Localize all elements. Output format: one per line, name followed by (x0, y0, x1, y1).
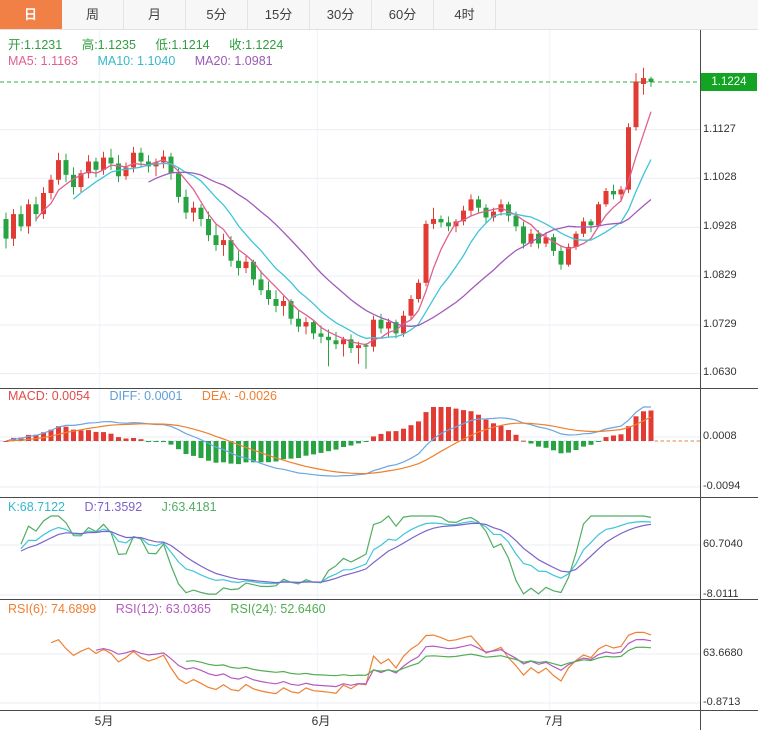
timeframe-tabbar: 日 周 月 5分 15分 30分 60分 4时 (0, 0, 758, 30)
k-value: K:68.7122 (8, 500, 65, 514)
price-tick: 1.1127 (703, 123, 736, 135)
rsi12-value: RSI(12): 63.0365 (116, 602, 211, 616)
dea-value: DEA: -0.0026 (202, 389, 277, 403)
d-value: D:71.3592 (84, 500, 142, 514)
chart-canvas[interactable] (0, 0, 758, 744)
kdj-tick: -8.0111 (703, 588, 739, 600)
macd-tick: 0.0008 (703, 430, 737, 442)
tab-month[interactable]: 月 (124, 0, 186, 29)
ohlc-readout: 开:1.1231 高:1.1235 低:1.1214 收:1.1224 (8, 34, 299, 53)
close-value: 收:1.1224 (229, 38, 283, 52)
ma20-value: MA20: 1.0981 (195, 54, 273, 68)
macd-value: MACD: 0.0054 (8, 389, 90, 403)
high-value: 高:1.1235 (82, 38, 136, 52)
tab-60min[interactable]: 60分 (372, 0, 434, 29)
tab-day[interactable]: 日 (0, 0, 62, 29)
diff-value: DIFF: 0.0001 (109, 389, 182, 403)
tab-week[interactable]: 周 (62, 0, 124, 29)
kdj-readout: K:68.7122 D:71.3592 J:63.4181 (8, 500, 233, 514)
rsi-tick: 63.6680 (703, 647, 743, 659)
rsi24-value: RSI(24): 52.6460 (230, 602, 325, 616)
ma10-value: MA10: 1.1040 (97, 54, 175, 68)
price-tick: 1.0829 (703, 269, 737, 281)
tab-30min[interactable]: 30分 (310, 0, 372, 29)
tab-5min[interactable]: 5分 (186, 0, 248, 29)
open-value: 开:1.1231 (8, 38, 62, 52)
current-price-tag: 1.1224 (701, 73, 757, 91)
price-tick: 1.0729 (703, 318, 737, 330)
low-value: 低:1.1214 (155, 38, 209, 52)
price-tick: 1.0630 (703, 366, 737, 378)
rsi-readout: RSI(6): 74.6899 RSI(12): 63.0365 RSI(24)… (8, 602, 342, 616)
tab-15min[interactable]: 15分 (248, 0, 310, 29)
month-label-july: 7月 (545, 712, 564, 729)
price-tick: 1.1028 (703, 171, 737, 183)
j-value: J:63.4181 (162, 500, 217, 514)
rsi6-value: RSI(6): 74.6899 (8, 602, 96, 616)
rsi-tick: -0.8713 (703, 696, 740, 708)
tab-4hour[interactable]: 4时 (434, 0, 496, 29)
month-label-june: 6月 (312, 712, 331, 729)
trading-chart-app: 日 周 月 5分 15分 30分 60分 4时 开:1.1231 高:1.123… (0, 0, 758, 744)
kdj-tick: 60.7040 (703, 538, 743, 550)
price-tick: 1.0928 (703, 220, 737, 232)
macd-readout: MACD: 0.0054 DIFF: 0.0001 DEA: -0.0026 (8, 389, 293, 403)
macd-tick: -0.0094 (703, 480, 740, 492)
month-label-may: 5月 (95, 712, 114, 729)
ma5-value: MA5: 1.1163 (8, 54, 78, 68)
ma-readout: MA5: 1.1163 MA10: 1.1040 MA20: 1.0981 (8, 54, 289, 68)
